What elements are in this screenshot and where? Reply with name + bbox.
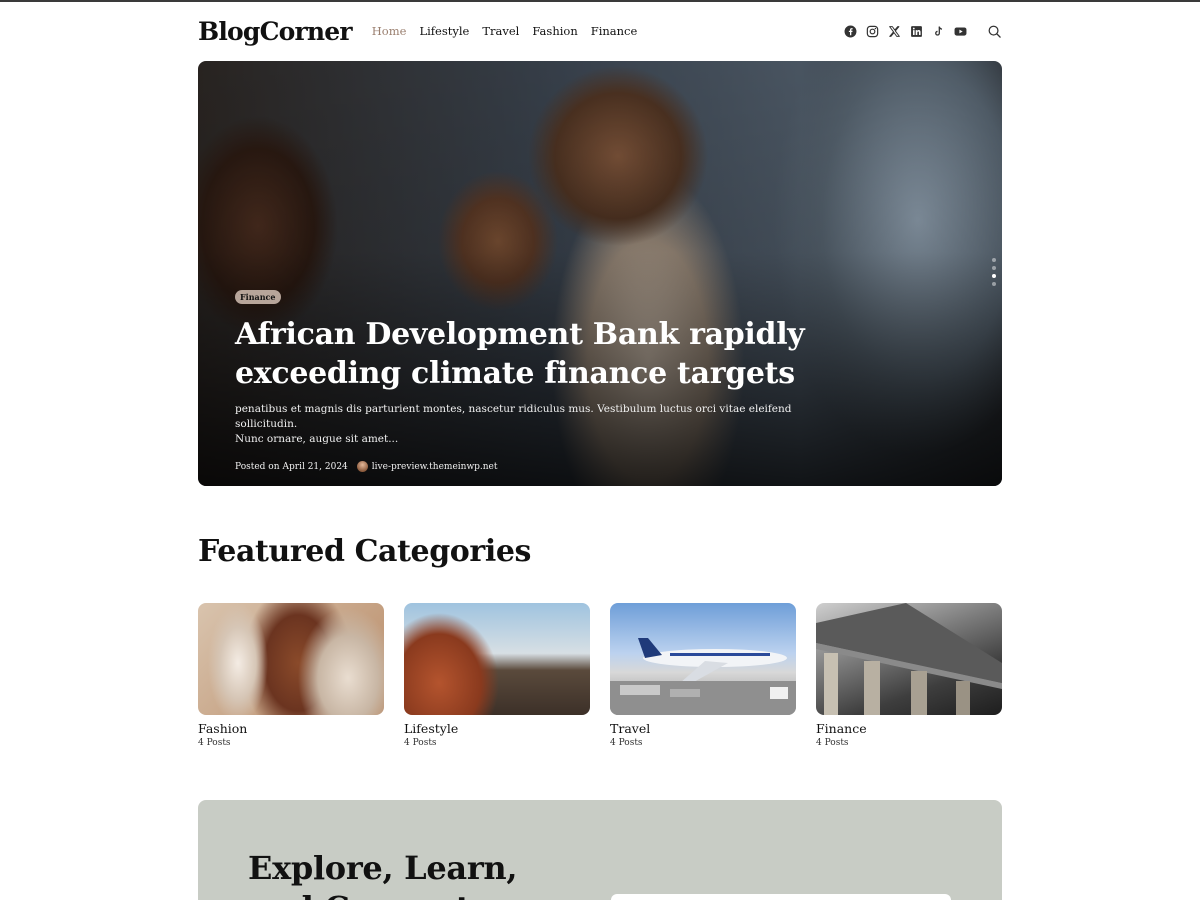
nav-fashion[interactable]: Fashion	[532, 24, 577, 38]
columns-illustration	[816, 603, 1002, 715]
category-image-lifestyle[interactable]	[404, 603, 590, 715]
search-icon[interactable]	[987, 24, 1002, 39]
airplane-illustration	[610, 638, 796, 715]
nav-lifestyle[interactable]: Lifestyle	[419, 24, 469, 38]
explore-heading: Explore, Learn, and Connect	[248, 848, 518, 900]
nav-home[interactable]: Home	[372, 24, 407, 38]
category-card-travel[interactable]: Travel 4 Posts	[610, 603, 796, 748]
category-count: 4 Posts	[610, 738, 643, 748]
slider-pagination	[992, 258, 996, 286]
slide-dot-4[interactable]	[992, 282, 996, 286]
category-count: 4 Posts	[404, 738, 437, 748]
tiktok-icon[interactable]	[932, 25, 945, 38]
x-icon[interactable]	[888, 25, 901, 38]
slide-dot-3[interactable]	[992, 274, 996, 278]
category-image-fashion[interactable]	[198, 603, 384, 715]
top-border	[0, 0, 1200, 2]
author-name: live-preview.themeinwp.net	[371, 461, 498, 472]
hero-title-line-2: exceeding climate finance targets	[235, 356, 795, 391]
category-count: 4 Posts	[816, 738, 849, 748]
main-nav: Home Lifestyle Travel Fashion Finance	[372, 24, 651, 38]
category-name[interactable]: Finance	[816, 721, 1002, 736]
social-links	[844, 25, 967, 38]
post-author[interactable]: live-preview.themeinwp.net	[356, 461, 498, 472]
hero-title[interactable]: African Development Bank rapidly exceedi…	[235, 315, 855, 393]
hero-excerpt-line-2: Nunc ornare, augue sit amet...	[235, 433, 399, 445]
category-count: 4 Posts	[198, 738, 231, 748]
hero-excerpt-line-1: penatibus et magnis dis parturient monte…	[235, 403, 792, 430]
hero-content: Finance African Development Bank rapidly…	[235, 285, 855, 472]
posted-label: Posted on	[235, 461, 280, 472]
site-logo[interactable]: BlogCorner	[198, 17, 353, 46]
linkedin-icon[interactable]	[910, 25, 923, 38]
category-card-finance[interactable]: Finance 4 Posts	[816, 603, 1002, 748]
instagram-icon[interactable]	[866, 25, 879, 38]
category-name[interactable]: Travel	[610, 721, 796, 736]
post-meta: Posted on April 21, 2024 live-preview.th…	[235, 461, 855, 472]
category-image-finance[interactable]	[816, 603, 1002, 715]
category-card-fashion[interactable]: Fashion 4 Posts	[198, 603, 384, 748]
hero-slider[interactable]: Finance African Development Bank rapidly…	[198, 61, 1002, 486]
slide-dot-2[interactable]	[992, 266, 996, 270]
featured-categories-grid: Fashion 4 Posts Lifestyle 4 Posts Travel…	[198, 603, 1002, 748]
youtube-icon[interactable]	[954, 25, 967, 38]
category-badge[interactable]: Finance	[235, 290, 281, 304]
site-header: BlogCorner Home Lifestyle Travel Fashion…	[198, 14, 1002, 48]
explore-banner: Explore, Learn, and Connect	[198, 800, 1002, 900]
category-image-travel[interactable]	[610, 603, 796, 715]
hero-title-line-1: African Development Bank rapidly	[235, 317, 805, 352]
category-card-lifestyle[interactable]: Lifestyle 4 Posts	[404, 603, 590, 748]
explore-form-card[interactable]	[611, 894, 951, 900]
category-name[interactable]: Lifestyle	[404, 721, 590, 736]
post-date[interactable]: April 21, 2024	[283, 462, 348, 472]
nav-finance[interactable]: Finance	[591, 24, 638, 38]
author-avatar	[356, 461, 368, 472]
explore-heading-line-1: Explore, Learn,	[248, 849, 518, 887]
nav-travel[interactable]: Travel	[482, 24, 519, 38]
slide-dot-1[interactable]	[992, 258, 996, 262]
category-name[interactable]: Fashion	[198, 721, 384, 736]
featured-categories-heading: Featured Categories	[198, 534, 531, 569]
hero-excerpt: penatibus et magnis dis parturient monte…	[235, 402, 795, 447]
explore-heading-line-2: and Connect	[248, 889, 470, 900]
facebook-icon[interactable]	[844, 25, 857, 38]
